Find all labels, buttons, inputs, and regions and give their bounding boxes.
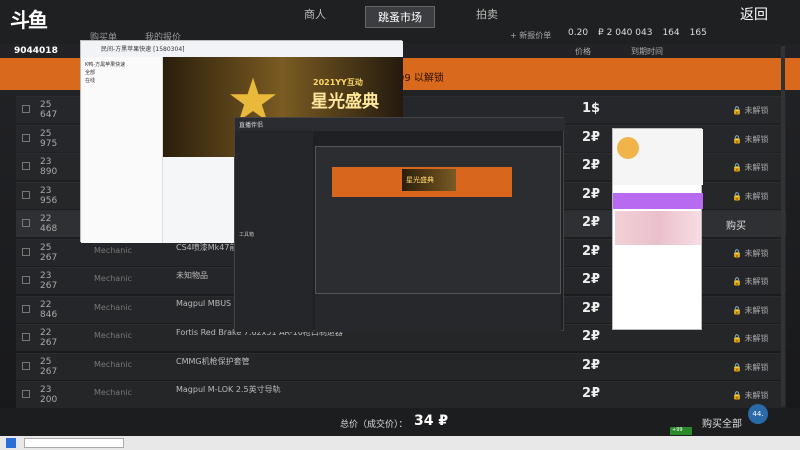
buy-all-button[interactable]: 购买全部 — [702, 415, 742, 430]
total-label: 总价（成交价）： — [340, 420, 408, 430]
avatar — [617, 137, 639, 159]
scrollbar[interactable] — [781, 46, 785, 406]
mobile-chat — [613, 245, 703, 331]
row-lock-status: 🔒 未解锁 — [732, 191, 769, 201]
row-lock-status: 🔒 未解锁 — [732, 334, 769, 343]
row-qty: 23 890 — [40, 157, 58, 177]
row-checkbox[interactable] — [22, 333, 30, 341]
row-seller: Mechanic — [94, 359, 132, 369]
balance-rub: ₽ 2 040 043 — [598, 28, 653, 38]
row-item-name: Magpul M-LOK 2.5英寸导轨 — [176, 385, 281, 394]
row-price: 2₽ — [582, 129, 601, 145]
row-lock-status: 🔒 未解锁 — [732, 163, 769, 172]
row-checkbox[interactable] — [22, 190, 30, 199]
balance-row: 0.20 ₽ 2 040 043 164 165 — [568, 28, 707, 38]
row-seller: Mechanic — [94, 245, 132, 255]
row-checkbox[interactable] — [22, 276, 30, 284]
row-qty: 22 267 — [40, 328, 58, 348]
row-checkbox[interactable] — [22, 105, 30, 113]
mobile-window[interactable] — [612, 128, 703, 331]
row-price: 2₽ — [582, 272, 601, 287]
row-qty: 25 267 — [40, 356, 58, 377]
column-headers: 价格 到期时间 — [575, 46, 663, 57]
row-seller: Mechanic — [94, 302, 132, 312]
back-button[interactable]: 返回 — [740, 4, 768, 24]
channel-item[interactable]: K鸭-方黑苹果快速 — [85, 61, 158, 69]
row-checkbox[interactable] — [22, 162, 30, 170]
row-price: 2₽ — [582, 357, 601, 373]
row-price: 2₽ — [582, 215, 601, 230]
row-lock-status: 🔒 未解锁 — [732, 106, 769, 115]
row-item-name: CMMG机枪保护套管 — [176, 356, 250, 366]
row-lock-status: 🔒 未解锁 — [732, 134, 769, 144]
stream-controls[interactable] — [315, 294, 561, 332]
col-price[interactable]: 价格 — [575, 46, 591, 57]
stream-app-title[interactable]: 直播伴侣 — [235, 118, 565, 131]
mobile-banner — [613, 193, 703, 209]
row-price: 2₽ — [582, 329, 601, 344]
screen: 斗鱼 9044018 商人 跳蚤市场 拍卖 返回 购买单 我的报价 + 新报价单… — [0, 0, 800, 450]
chat-window-title[interactable]: 民间-方黑苹果快速 [1580304] — [81, 41, 403, 57]
green-tag: +99 — [670, 427, 692, 435]
offer-row[interactable]: 25 267 Mechanic CMMG机枪保护套管 2₽ 🔒 未解锁 — [16, 352, 786, 380]
mobile-image — [615, 211, 701, 245]
row-qty: 22 468 — [40, 214, 58, 234]
row-checkbox[interactable] — [22, 133, 30, 142]
row-price: 2₽ — [582, 386, 601, 401]
balance-c: 164 — [662, 28, 680, 38]
row-price: 1$ — [582, 101, 601, 116]
level-badge: 44. — [748, 404, 768, 424]
chat-channel-list[interactable]: K鸭-方黑苹果快速 全部 在线 — [81, 57, 163, 243]
balance-a: 0.20 — [568, 28, 589, 38]
row-checkbox[interactable] — [22, 361, 30, 370]
row-checkbox[interactable] — [22, 247, 30, 256]
row-seller: Mechanic — [94, 331, 132, 340]
preview-event-text: 星光盛典 — [406, 176, 434, 184]
row-lock-status: 🔒 未解锁 — [732, 248, 769, 258]
row-qty: 22 846 — [40, 299, 58, 320]
tab-market[interactable]: 商人 — [304, 6, 326, 22]
row-price: 2₽ — [582, 158, 601, 173]
stream-preview: 星光盛典 — [315, 146, 561, 294]
row-qty: 25 267 — [40, 242, 58, 263]
tab-auction[interactable]: 拍卖 — [476, 6, 498, 22]
row-seller: Mechanic — [94, 388, 132, 397]
stream-app-sidebar[interactable]: 工具箱 — [235, 131, 313, 332]
row-qty: 23 200 — [40, 385, 58, 405]
user-id: 9044018 — [14, 46, 58, 56]
balance-d: 165 — [689, 28, 707, 38]
channel-item[interactable]: 全部 — [85, 69, 158, 77]
col-time[interactable]: 到期时间 — [631, 46, 663, 57]
taskbar-search[interactable] — [24, 438, 124, 448]
row-price: 2₽ — [582, 243, 601, 259]
row-checkbox[interactable] — [22, 219, 30, 227]
tab-flea-market[interactable]: 跳蚤市场 — [365, 6, 435, 28]
new-offer-button[interactable]: + 新报价单 — [510, 30, 551, 41]
offer-row[interactable]: 23 200 Mechanic Magpul M-LOK 2.5英寸导轨 2₽ 🔒 未解锁 — [16, 381, 786, 408]
buy-button[interactable]: 购买 — [726, 217, 746, 232]
row-qty: 25 647 — [40, 100, 58, 120]
row-qty: 23 267 — [40, 271, 58, 291]
row-qty: 23 956 — [40, 185, 58, 206]
channel-item[interactable]: 在线 — [85, 77, 158, 85]
row-checkbox[interactable] — [22, 390, 30, 398]
banner-title: 星光盛典 — [311, 92, 379, 112]
row-lock-status: 🔒 未解锁 — [732, 277, 769, 286]
row-lock-status: 🔒 未解锁 — [732, 305, 769, 315]
row-item-name: 未知物品 — [176, 271, 208, 280]
stream-app-window[interactable]: 直播伴侣 工具箱 星光盛典 — [234, 117, 565, 332]
douyu-logo: 斗鱼 — [10, 8, 48, 32]
total-value: 34 ₽ — [414, 413, 449, 429]
row-checkbox[interactable] — [22, 304, 30, 313]
unlock-notice: 99 以解锁 — [398, 73, 444, 84]
windows-start-icon[interactable] — [6, 438, 16, 448]
row-seller: Mechanic — [94, 274, 132, 283]
row-price: 2₽ — [582, 300, 601, 316]
row-qty: 25 975 — [40, 128, 58, 149]
toolbox-label[interactable]: 工具箱 — [239, 231, 309, 240]
row-lock-status: 🔒 未解锁 — [732, 362, 769, 372]
row-lock-status: 🔒 未解锁 — [732, 391, 769, 400]
row-price: 2₽ — [582, 186, 601, 202]
